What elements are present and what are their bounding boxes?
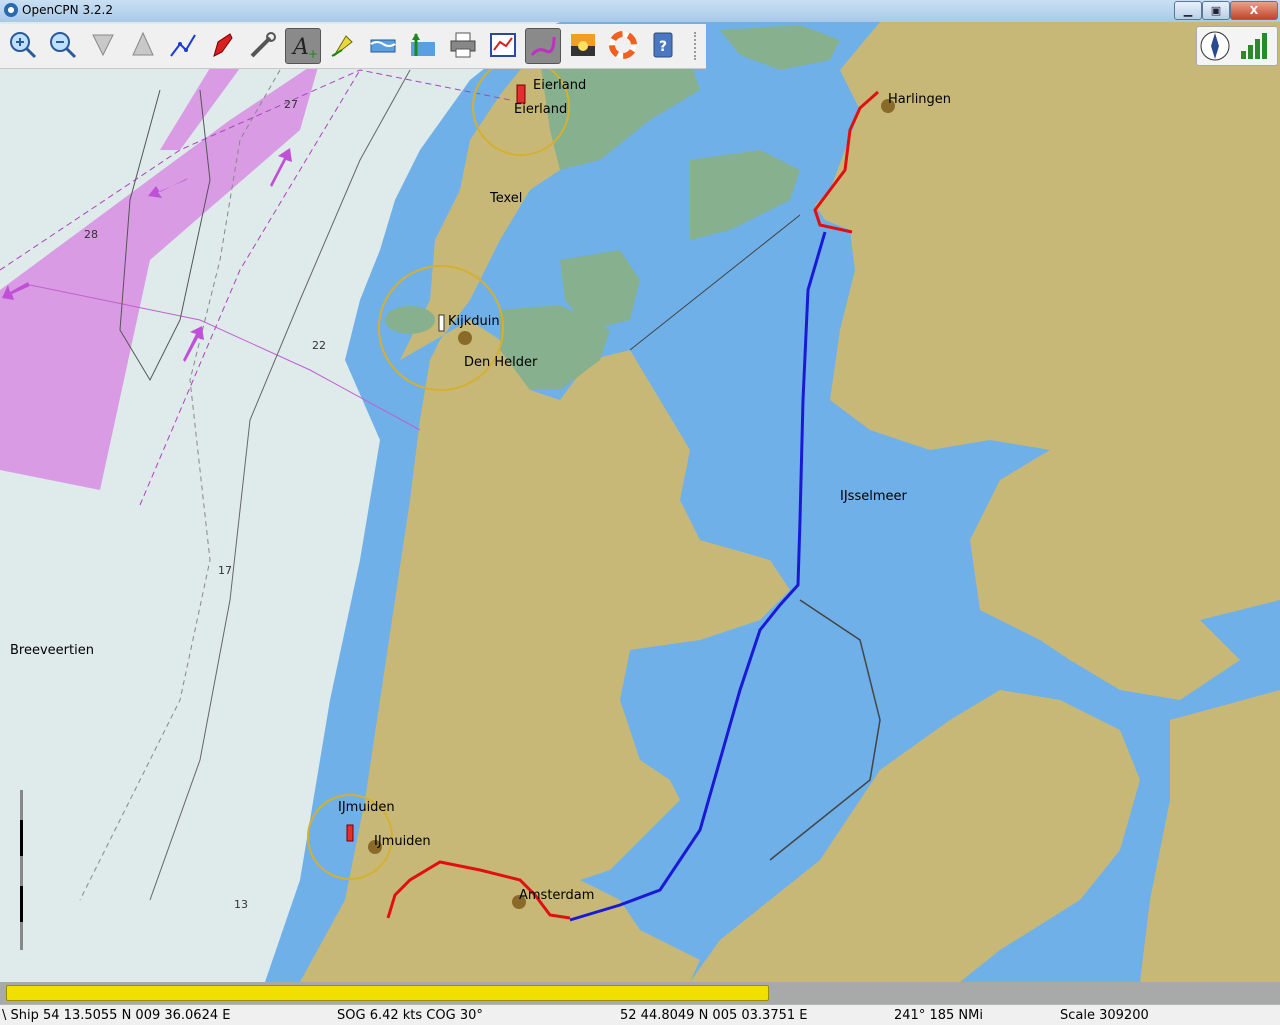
color-scheme-icon bbox=[571, 34, 595, 56]
compass-gps-indicator[interactable] bbox=[1197, 27, 1277, 65]
maximize-button[interactable]: ▣ bbox=[1202, 1, 1230, 20]
small-island bbox=[385, 306, 435, 334]
scale-bar-segment bbox=[20, 820, 23, 856]
track-button[interactable] bbox=[525, 28, 561, 64]
ship-position: \ Ship 54 13.5055 N 009 36.0624 E bbox=[2, 1008, 231, 1023]
svg-text:?: ? bbox=[659, 39, 667, 55]
help-button[interactable]: ? bbox=[646, 28, 680, 62]
lighthouse-kijkduin-icon[interactable] bbox=[438, 314, 445, 332]
label-harlingen: Harlingen bbox=[888, 92, 952, 107]
depth-sounding: 17 bbox=[218, 564, 232, 577]
label-den-helder: Den Helder bbox=[464, 355, 538, 370]
zoom-out-button[interactable] bbox=[46, 28, 80, 62]
current-button[interactable] bbox=[326, 28, 360, 62]
town-den-helder-icon[interactable] bbox=[458, 331, 472, 345]
follow-ship-icon bbox=[213, 33, 233, 57]
tide-chart-button[interactable] bbox=[406, 28, 440, 62]
zoom-out-icon bbox=[50, 32, 77, 59]
progress-bar bbox=[6, 985, 769, 1001]
label-eierland-2: Eierland bbox=[514, 102, 568, 117]
minimize-button[interactable]: ▁ bbox=[1174, 1, 1202, 20]
status-tools bbox=[1196, 26, 1278, 66]
settings-icon bbox=[250, 32, 276, 58]
main-toolbar: A + ? bbox=[0, 24, 706, 69]
progress-strip bbox=[0, 982, 1280, 1004]
gps-signal-icon bbox=[1241, 33, 1267, 59]
settings-button[interactable] bbox=[246, 28, 280, 62]
scale-in-button[interactable] bbox=[86, 28, 120, 62]
scale-out-button[interactable] bbox=[126, 28, 160, 62]
man-overboard-icon bbox=[609, 31, 637, 59]
scale-bar bbox=[20, 790, 23, 950]
bearing-distance: 241° 185 NMi bbox=[894, 1008, 983, 1023]
color-scheme-button[interactable] bbox=[566, 28, 600, 62]
current-icon bbox=[331, 35, 353, 57]
depth-sounding: 28 bbox=[84, 228, 98, 241]
zoom-in-icon bbox=[10, 32, 37, 59]
cursor-position: 52 44.8049 N 005 03.3751 E bbox=[620, 1008, 808, 1023]
sog-cog: SOG 6.42 kts COG 30° bbox=[337, 1008, 483, 1023]
chart-scale: Scale 309200 bbox=[1060, 1008, 1149, 1023]
app-icon bbox=[4, 3, 18, 17]
text-icon: A + bbox=[291, 35, 318, 61]
scale-in-icon bbox=[92, 34, 114, 57]
window-title: OpenCPN 3.2.2 bbox=[22, 3, 113, 17]
scale-out-icon bbox=[132, 31, 154, 56]
compass-icon bbox=[1200, 31, 1230, 61]
track-icon bbox=[530, 36, 556, 56]
follow-ship-button[interactable] bbox=[206, 28, 240, 62]
scale-bar-segment-2 bbox=[20, 886, 23, 922]
zoom-in-button[interactable] bbox=[6, 28, 40, 62]
label-breeveertien: Breeveertien bbox=[10, 643, 94, 658]
label-ijmuiden: IJmuiden bbox=[338, 800, 395, 815]
svg-text:A: A bbox=[291, 35, 309, 60]
status-bar: \ Ship 54 13.5055 N 009 36.0624 E SOG 6.… bbox=[0, 1004, 1280, 1025]
print-icon bbox=[450, 32, 476, 58]
label-ijsselmeer: IJsselmeer bbox=[840, 489, 907, 504]
tide-icon bbox=[370, 39, 396, 53]
label-ijmuiden-2: IJmuiden bbox=[374, 834, 431, 849]
man-overboard-button[interactable] bbox=[606, 28, 640, 62]
close-button[interactable]: X bbox=[1230, 1, 1278, 20]
route-manager-icon bbox=[490, 33, 516, 57]
label-kijkduin: Kijkduin bbox=[448, 314, 500, 329]
label-amsterdam: Amsterdam bbox=[519, 888, 595, 903]
svg-text:+: + bbox=[308, 47, 318, 61]
depth-sounding: 13 bbox=[234, 898, 248, 911]
create-route-button[interactable] bbox=[166, 28, 200, 62]
tide-button[interactable] bbox=[366, 28, 400, 62]
help-icon: ? bbox=[653, 32, 673, 58]
title-bar: OpenCPN 3.2.2 ▁ ▣ X bbox=[0, 0, 1280, 23]
depth-sounding: 27 bbox=[284, 98, 298, 111]
tide2-icon bbox=[411, 33, 435, 56]
label-texel: Texel bbox=[490, 191, 523, 206]
chart-svg[interactable] bbox=[0, 22, 1280, 982]
toolbar-grip[interactable] bbox=[694, 32, 699, 60]
lighthouse-ijmuiden-icon[interactable] bbox=[346, 824, 354, 842]
depth-sounding: 22 bbox=[312, 339, 326, 352]
label-eierland: Eierland bbox=[533, 78, 587, 93]
route-manager-button[interactable] bbox=[486, 28, 520, 62]
print-button[interactable] bbox=[446, 28, 480, 62]
chart-canvas[interactable]: Eierland Eierland Texel Kijkduin Den Hel… bbox=[0, 22, 1280, 982]
route-icon bbox=[170, 34, 196, 57]
lighthouse-eierland-icon[interactable] bbox=[516, 84, 526, 104]
text-button[interactable]: A + bbox=[285, 28, 321, 64]
